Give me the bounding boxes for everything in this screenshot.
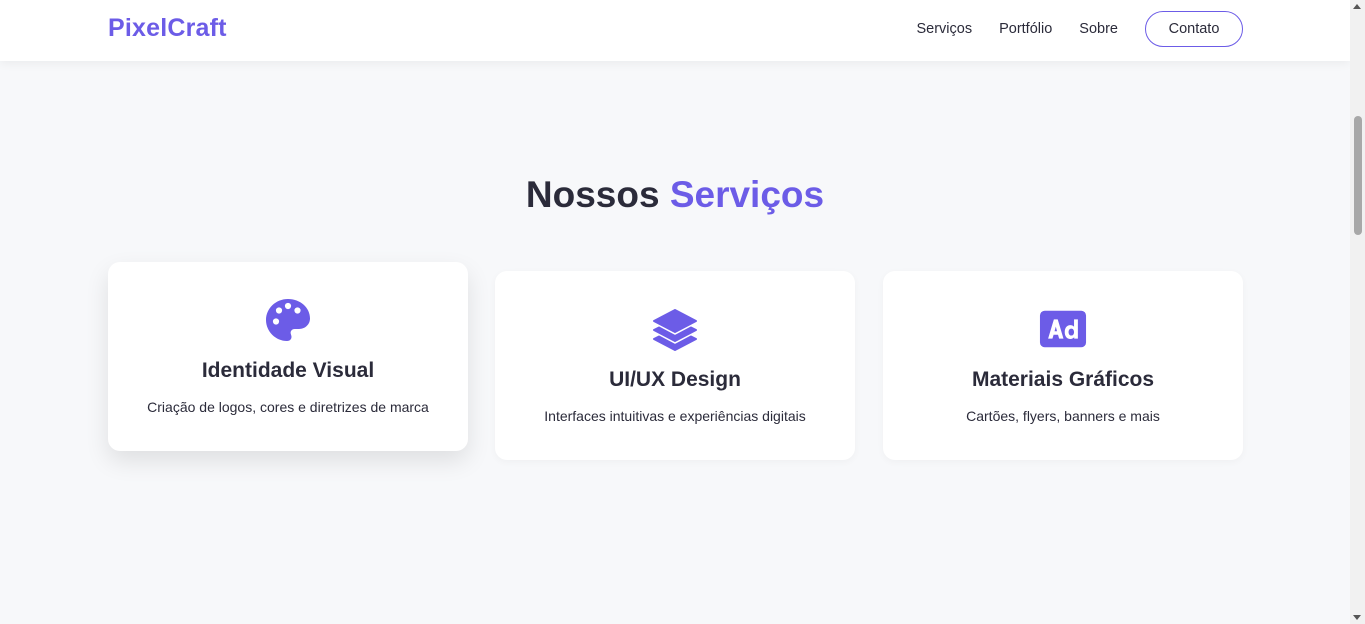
nav-link-servicos[interactable]: Serviços xyxy=(916,21,972,37)
section-title: Nossos Serviços xyxy=(0,174,1350,216)
service-card-identidade-visual[interactable]: Identidade Visual Criação de logos, core… xyxy=(108,262,468,451)
logo[interactable]: PixelCraft xyxy=(108,14,227,43)
palette-icon xyxy=(264,296,312,344)
card-description: Interfaces intuitivas e experiências dig… xyxy=(544,408,806,424)
card-description: Criação de logos, cores e diretrizes de … xyxy=(147,399,429,415)
site-header: PixelCraft Serviços Portfólio Sobre Cont… xyxy=(0,0,1350,61)
scroll-down-arrow-icon[interactable] xyxy=(1353,615,1361,620)
card-title: Identidade Visual xyxy=(201,359,375,382)
scroll-up-arrow-icon[interactable] xyxy=(1353,4,1361,9)
card-description: Cartões, flyers, banners e mais xyxy=(966,408,1160,424)
section-title-accent: Serviços xyxy=(669,174,825,215)
service-card-ui-ux-design[interactable]: UI/UX Design Interfaces intuitivas e exp… xyxy=(495,271,855,460)
vertical-scrollbar[interactable] xyxy=(1350,0,1365,624)
layers-icon xyxy=(651,305,699,353)
nav-link-sobre[interactable]: Sobre xyxy=(1079,21,1118,37)
contact-button[interactable]: Contato xyxy=(1145,11,1243,47)
service-card-materiais-graficos[interactable]: Materiais Gráficos Cartões, flyers, bann… xyxy=(883,271,1243,460)
section-title-main: Nossos xyxy=(525,174,670,215)
nav-link-portfolio[interactable]: Portfólio xyxy=(999,21,1052,37)
main-nav: Serviços Portfólio Sobre Contato xyxy=(916,11,1243,47)
page: PixelCraft Serviços Portfólio Sobre Cont… xyxy=(0,0,1350,624)
scroll-thumb[interactable] xyxy=(1354,116,1362,235)
ad-icon xyxy=(1039,305,1087,353)
card-title: UI/UX Design xyxy=(609,368,741,391)
card-title: Materiais Gráficos xyxy=(971,368,1155,391)
